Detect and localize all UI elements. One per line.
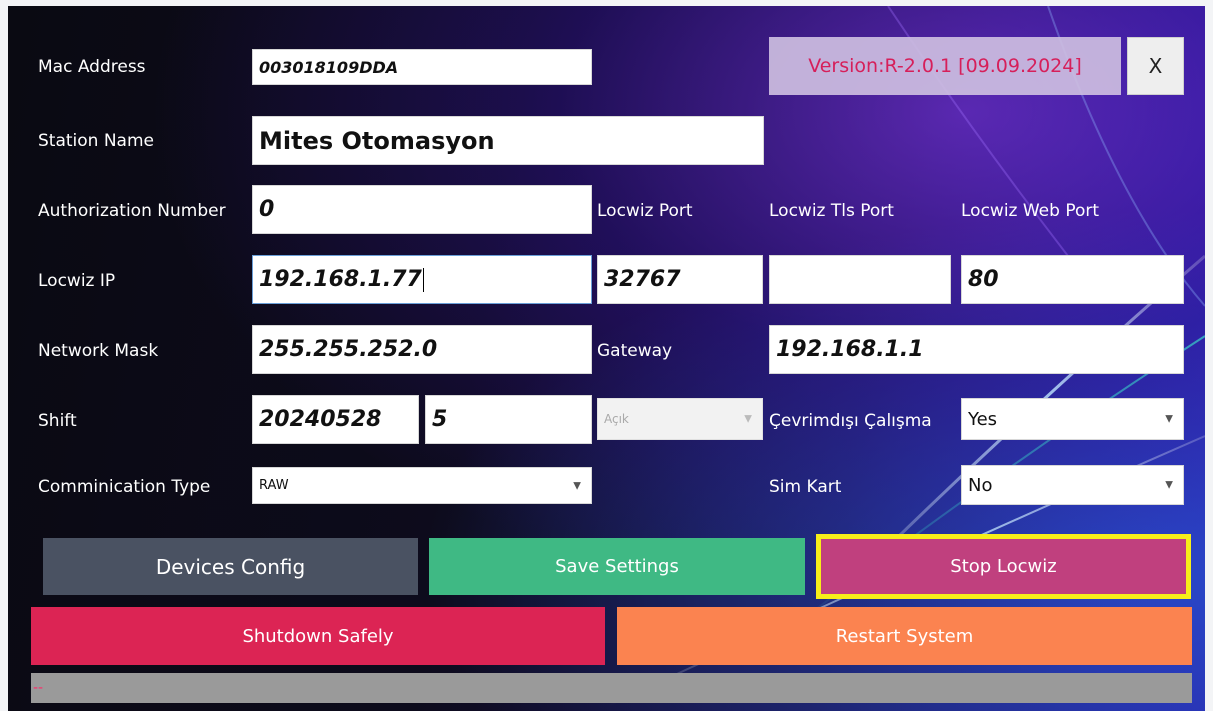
locwiz-ip-field[interactable]: 192.168.1.77 (252, 255, 592, 304)
mac-address-label: Mac Address (38, 57, 146, 77)
mac-address-field[interactable]: 003018109DDA (252, 49, 592, 85)
authorization-number-field[interactable]: 0 (252, 185, 592, 234)
shift-number-field[interactable]: 5 (425, 395, 592, 444)
offline-mode-value: Yes (968, 408, 998, 430)
network-mask-label: Network Mask (38, 341, 159, 361)
offline-mode-select[interactable]: Yes ▼ (961, 398, 1184, 440)
chevron-down-icon: ▼ (573, 480, 581, 491)
devices-config-button[interactable]: Devices Config (43, 538, 418, 595)
version-label: Version:R-2.0.1 [09.09.2024] (769, 37, 1121, 95)
sim-card-label: Sim Kart (769, 477, 842, 497)
authorization-number-label: Authorization Number (38, 201, 226, 221)
station-name-field[interactable]: Mites Otomasyon (252, 116, 764, 165)
shutdown-button[interactable]: Shutdown Safely (31, 607, 605, 665)
gateway-label: Gateway (597, 341, 673, 361)
shift-state-value: Açık (604, 412, 629, 426)
save-settings-button[interactable]: Save Settings (429, 538, 805, 595)
locwiz-ip-value: 192.168.1.77 (259, 267, 422, 292)
locwiz-ip-label: Locwiz IP (38, 271, 116, 291)
text-caret (422, 267, 424, 292)
shift-state-select: Açık ▼ (597, 398, 763, 440)
settings-window: Mac Address 003018109DDA Version:R-2.0.1… (8, 6, 1205, 711)
communication-type-label: Comminication Type (38, 477, 211, 497)
close-button[interactable]: X (1127, 37, 1184, 95)
network-mask-field[interactable]: 255.255.252.0 (252, 325, 592, 374)
status-bar: -- (31, 673, 1192, 703)
locwiz-web-port-field[interactable]: 80 (961, 255, 1184, 304)
locwiz-tls-port-field[interactable] (769, 255, 951, 304)
stop-locwiz-button[interactable]: Stop Locwiz (816, 534, 1191, 599)
sim-card-select[interactable]: No ▼ (961, 465, 1184, 505)
restart-button[interactable]: Restart System (617, 607, 1192, 665)
station-name-label: Station Name (38, 131, 154, 151)
locwiz-web-port-label: Locwiz Web Port (961, 201, 1100, 221)
locwiz-port-field[interactable]: 32767 (597, 255, 763, 304)
chevron-down-icon: ▼ (1165, 413, 1173, 425)
chevron-down-icon: ▼ (744, 413, 752, 425)
sim-card-value: No (968, 474, 993, 496)
offline-mode-label: Çevrimdışı Çalışma (769, 411, 932, 431)
communication-type-select[interactable]: RAW ▼ (252, 467, 592, 504)
locwiz-tls-port-label: Locwiz Tls Port (769, 201, 894, 221)
communication-type-value: RAW (259, 478, 289, 493)
locwiz-port-label: Locwiz Port (597, 201, 693, 221)
shift-label: Shift (38, 411, 77, 431)
gateway-field[interactable]: 192.168.1.1 (769, 325, 1184, 374)
chevron-down-icon: ▼ (1165, 479, 1173, 491)
shift-date-field[interactable]: 20240528 (252, 395, 419, 444)
